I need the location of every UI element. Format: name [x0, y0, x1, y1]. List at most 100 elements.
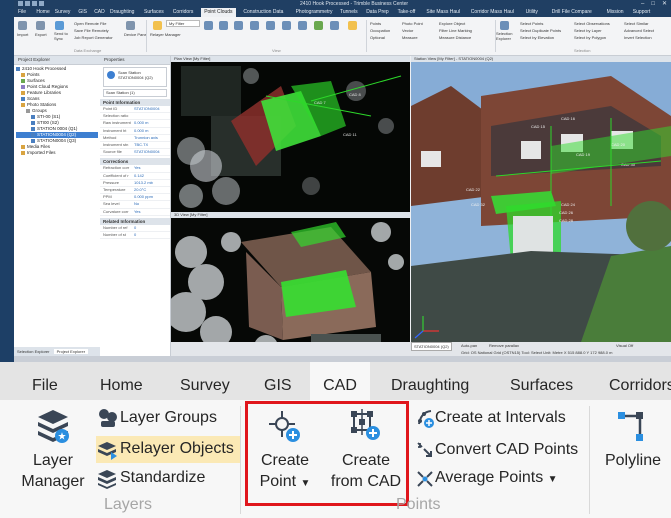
plan-view[interactable]: Plan View [My Filter] CAD 7 CAD 8 CAD 11 [171, 56, 410, 212]
menu-item[interactable]: Corridors [173, 8, 194, 17]
select-by-layer-tool[interactable]: Select by Layer [574, 28, 602, 33]
convert-cad-points-button[interactable]: Convert CAD Points [413, 437, 588, 461]
tree-item[interactable]: Imported Files [16, 150, 98, 156]
occupation-tool[interactable]: Occupation [370, 28, 390, 33]
send-to-sync-icon[interactable] [55, 21, 64, 30]
points-tool[interactable]: Points [370, 21, 381, 26]
import-icon[interactable] [18, 21, 27, 30]
device-pane-icon[interactable] [126, 21, 135, 30]
property-row[interactable]: PPM 0.000 ppm [100, 194, 170, 202]
relayer-manager-icon[interactable] [153, 21, 162, 30]
tab-gis[interactable]: GIS [264, 362, 292, 400]
filter-line-marking-tool[interactable]: Filter Line Marking [439, 28, 472, 33]
selection-dropdown[interactable]: Scan Station (1) [103, 89, 167, 97]
relayer-objects-button[interactable]: Relayer Objects [96, 436, 240, 463]
cutting-plane-icon[interactable] [266, 21, 275, 30]
export-icon[interactable] [36, 21, 45, 30]
property-row[interactable]: Instrument stn TBC.TX [100, 142, 170, 150]
filter-select[interactable]: My Filter [166, 20, 200, 27]
menu-item[interactable]: Site Mass Haul [426, 8, 460, 17]
select-observations-tool[interactable]: Select Observations [574, 21, 610, 26]
3d-view[interactable]: 3D View [My Filter] [171, 212, 410, 356]
menu-item[interactable]: Mission [607, 8, 624, 17]
menu-item[interactable]: Data Prep [366, 8, 389, 17]
auto-pan-checkbox[interactable]: Auto-pan [461, 342, 477, 349]
menu-item[interactable]: Tunnels [340, 8, 358, 17]
menu-item[interactable]: CAD [94, 8, 105, 17]
view-filter-icon[interactable] [204, 21, 213, 30]
points-manager-icon[interactable] [250, 21, 259, 30]
average-points-button[interactable]: Average Points ▼ [413, 466, 583, 490]
tab-home[interactable]: Home [100, 362, 143, 400]
menu-item[interactable]: Take-off [398, 8, 416, 17]
property-row[interactable]: Temperature 20.0°C [100, 187, 170, 195]
job-report-generator[interactable]: Job Report Generator [74, 35, 113, 40]
station-select[interactable]: STATION0004 (Q2) [411, 342, 452, 351]
property-row[interactable]: Sea level No [100, 201, 170, 209]
property-row[interactable]: Raw instrument 0.000 m [100, 120, 170, 128]
select-by-polygon-tool[interactable]: Select by Polygon [574, 35, 606, 40]
measure-distance-tool[interactable]: Measure Distance [439, 35, 471, 40]
property-section-header[interactable]: Point Information [100, 99, 170, 106]
limit-box-icon[interactable] [282, 21, 291, 30]
menu-item[interactable]: Photogrammetry [296, 8, 333, 17]
tab-survey[interactable]: Survey [180, 362, 230, 400]
save-file-remotely[interactable]: Save File Remotely [74, 28, 109, 33]
property-section-header[interactable]: Related Information [100, 217, 170, 225]
property-row[interactable]: Coefficient of r 0.142 [100, 173, 170, 180]
menu-item[interactable]: Corridor Mass Haul [471, 8, 514, 17]
menu-item[interactable]: Surfaces [144, 8, 164, 17]
polyline-button[interactable]: Polyline [598, 408, 668, 488]
menu-item[interactable]: Drill File Compare [552, 8, 592, 17]
tab-cad[interactable]: CAD [310, 362, 370, 400]
menu-item[interactable]: Survey [55, 8, 71, 17]
property-section-header[interactable]: Corrections [100, 158, 170, 166]
select-by-elevation-tool[interactable]: Select by Elevation [520, 35, 554, 40]
property-row[interactable]: Pressure 1013.2 mb [100, 180, 170, 188]
menu-item[interactable]: Support [633, 8, 651, 17]
explore-object-tool[interactable]: Explore Object [439, 21, 465, 26]
property-row[interactable]: Selection ratio [100, 113, 170, 121]
visual-off-checkbox[interactable]: Visual Off [616, 342, 633, 349]
menu-item[interactable]: Home [36, 8, 49, 17]
open-remote-file[interactable]: Open Remote File [74, 21, 106, 26]
selection-explorer-icon[interactable] [500, 21, 509, 30]
standardize-button[interactable]: Standardize [96, 466, 236, 490]
tab-corridors[interactable]: Corridors [609, 362, 671, 400]
history-log-icon[interactable] [330, 21, 339, 30]
3d-view-icon[interactable] [234, 21, 243, 30]
property-row[interactable]: Point ID STATION0004 [100, 106, 170, 114]
property-row[interactable]: Curvature corr Yes [100, 209, 170, 216]
station-view[interactable]: Station View [My Filter] - STATION0004 (… [411, 56, 671, 342]
property-row[interactable]: Number of ref 0 [100, 225, 170, 233]
optional-tool[interactable]: Optional [370, 35, 385, 40]
tab-project-explorer[interactable]: Project Explorer [53, 349, 89, 354]
quick-access-toolbar[interactable] [18, 1, 44, 6]
property-row[interactable]: Refraction corr Yes [100, 165, 170, 173]
property-row[interactable]: Number of st 0 [100, 232, 170, 240]
tab-draughting[interactable]: Draughting [391, 362, 469, 400]
invert-selection-tool[interactable]: Invert Selection [624, 35, 652, 40]
google-earth-icon[interactable] [314, 21, 323, 30]
menu-item[interactable]: Utility [526, 8, 538, 17]
project-explorer-icon[interactable] [348, 21, 357, 30]
select-duplicate-points-tool[interactable]: Select Duplicate Points [520, 28, 561, 33]
window-controls[interactable]: – □ ✕ [641, 0, 667, 8]
photo-point-tool[interactable]: Photo Point [402, 21, 423, 26]
menu-item[interactable]: Point Clouds [201, 8, 236, 17]
tab-surfaces[interactable]: Surfaces [510, 362, 573, 400]
menu-item[interactable]: Construction Data [243, 8, 283, 17]
select-points-tool[interactable]: Select Points [520, 21, 543, 26]
menu-item[interactable]: File [18, 8, 26, 17]
menu-item[interactable]: Draughting [110, 8, 134, 17]
select-similar-tool[interactable]: Select Similar [624, 21, 648, 26]
property-row[interactable]: Method Trunnion axis [100, 135, 170, 143]
measure-tool[interactable]: Measure [402, 35, 418, 40]
property-row[interactable]: Source file STATION0004 [100, 149, 170, 157]
plan-view-icon[interactable] [219, 21, 228, 30]
remove-parallax-checkbox[interactable]: Remove parallax [489, 342, 519, 349]
layer-groups-button[interactable]: Layer Groups [96, 407, 236, 431]
tab-selection-explorer[interactable]: Selection Explorer [14, 349, 52, 354]
station-manager-icon[interactable] [298, 21, 307, 30]
create-at-intervals-button[interactable]: Create at Intervals [413, 407, 583, 431]
